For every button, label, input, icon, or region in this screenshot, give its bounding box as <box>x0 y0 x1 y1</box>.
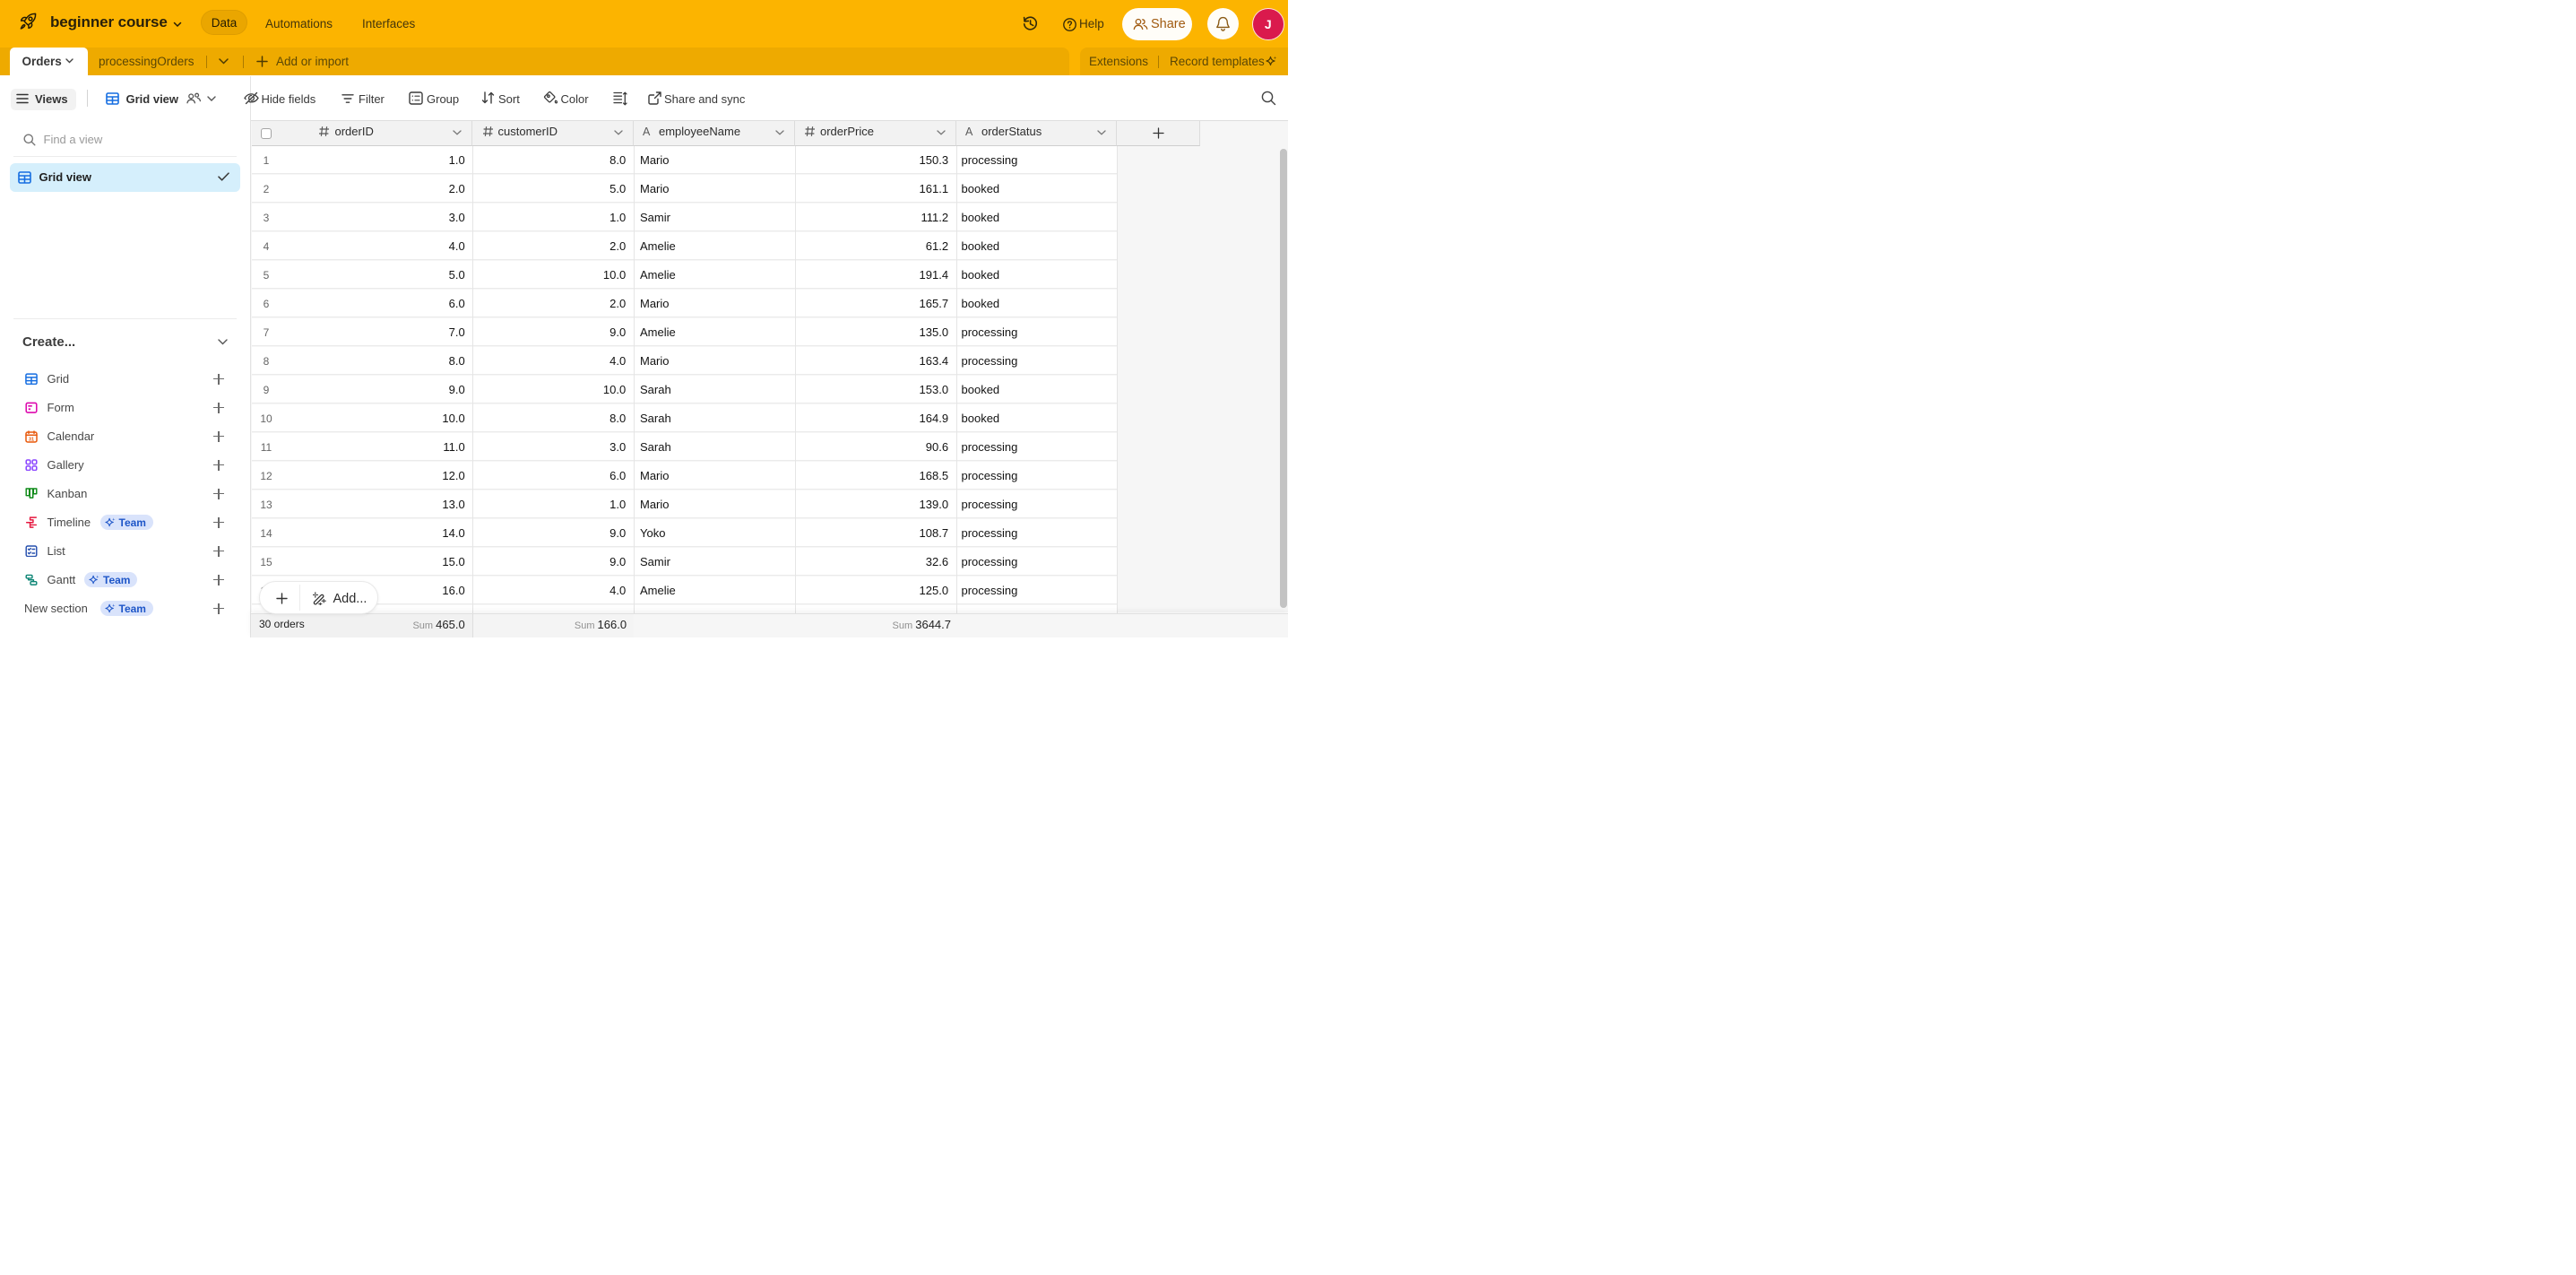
svg-text:31: 31 <box>29 437 34 442</box>
